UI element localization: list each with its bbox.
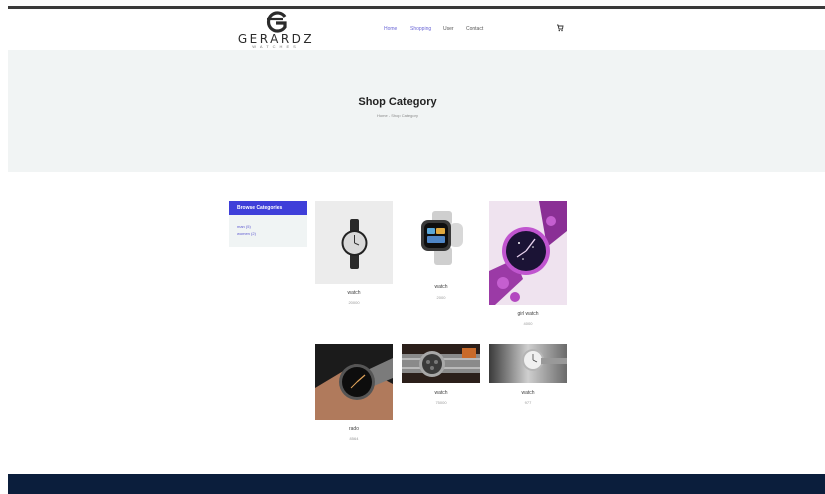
site-header: GERARDZ WATCHES Home Shopping User Conta… [8,9,825,50]
category-item-women[interactable]: women (2) [237,230,307,237]
product-image[interactable] [315,201,393,284]
nav-shopping[interactable]: Shopping [410,26,431,32]
sidebar-title: Browse Categories [229,201,307,215]
hero-banner: Shop Category Home - Shop Category [8,50,825,172]
nav-contact[interactable]: Contact [466,26,483,32]
page-title: Shop Category [358,96,437,108]
purple-watch-image-icon [489,201,567,305]
page: GERARDZ WATCHES Home Shopping User Conta… [0,0,825,494]
product-name: watch [434,284,448,290]
product-name: girl watch [517,311,539,317]
product-card[interactable]: watch 2000 [402,201,480,306]
brand-tagline: WATCHES [252,44,300,49]
silver-watch-image-icon [489,344,567,383]
brand-logo[interactable]: GERARDZ WATCHES [230,11,322,49]
watch-image-icon [341,219,368,269]
nav-home[interactable]: Home [384,26,397,32]
product-image[interactable] [402,344,480,383]
breadcrumb: Home - Shop Category [377,113,418,118]
product-image[interactable] [489,344,567,383]
category-sidebar: Browse Categories man (5) women (2) [229,201,307,247]
category-list: man (5) women (2) [229,215,307,237]
product-image[interactable] [315,344,393,420]
product-price: 4000 [523,321,533,326]
logo-mark-icon [266,11,287,33]
product-card[interactable]: watch 75000 [402,344,480,408]
wrist-watch-image-icon [315,344,393,420]
product-card[interactable]: girl watch 4000 [489,201,567,329]
product-name: watch [434,390,448,396]
nav-user[interactable]: User [443,26,454,32]
product-image[interactable] [402,201,480,277]
steel-watch-image-icon [402,344,480,383]
product-price: 8564 [349,436,359,441]
product-name: rado [348,426,359,432]
product-card[interactable]: watch 20000 [315,201,393,311]
product-card[interactable]: watch 977 [489,344,567,408]
product-card[interactable]: rado 8564 [315,344,393,444]
smartwatch-image-icon [421,211,463,265]
site-footer [8,474,825,494]
product-price: 2000 [436,295,446,300]
product-price: 20000 [348,300,360,305]
product-name: watch [521,390,535,396]
product-image[interactable] [489,201,567,305]
category-item-man[interactable]: man (5) [237,223,307,230]
cart-icon[interactable] [556,24,564,32]
product-name: watch [347,290,361,296]
product-price: 977 [524,400,532,405]
product-price: 75000 [435,400,447,405]
